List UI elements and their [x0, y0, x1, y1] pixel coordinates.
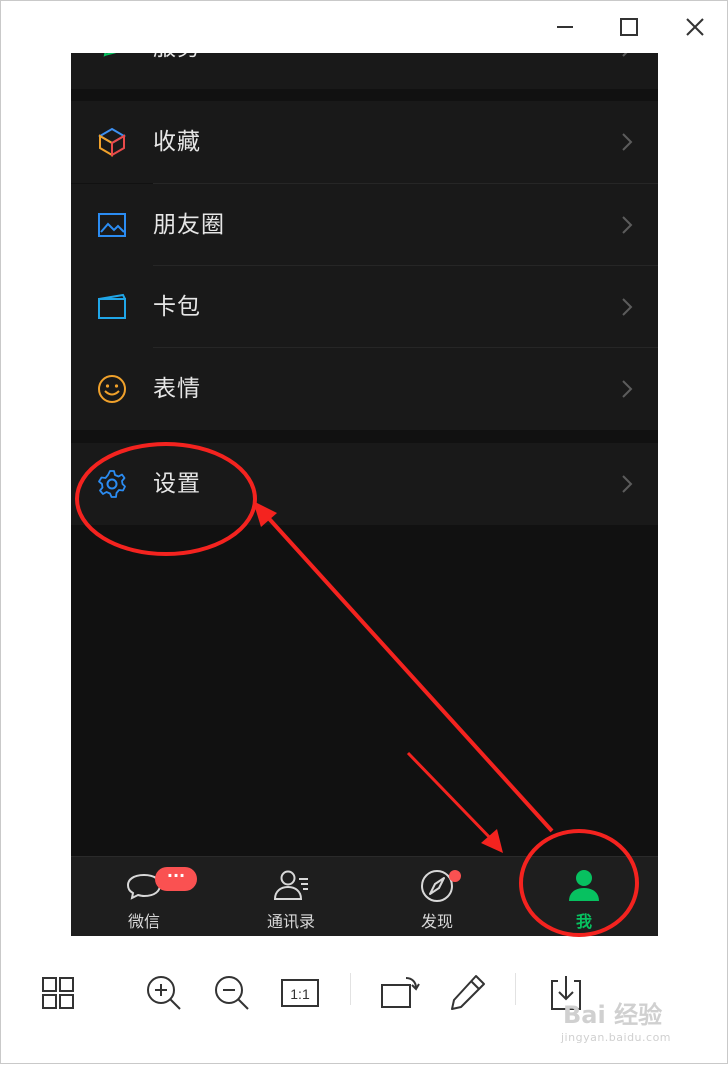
zoom-in-icon — [147, 976, 181, 1010]
menu-item-label: 收藏 — [153, 129, 201, 155]
menu-item-stickers[interactable]: 表情 — [71, 348, 658, 430]
zoom-out-icon — [215, 976, 249, 1010]
edit-button[interactable] — [442, 967, 494, 1019]
watermark-main: Bai 经验 — [563, 1001, 663, 1029]
menu-item-settings[interactable]: 设置 — [71, 443, 658, 525]
actual-size-label: 1:1 — [290, 986, 310, 1002]
zoom-in-button[interactable] — [138, 967, 190, 1019]
image-icon — [97, 210, 127, 240]
toolbar-separator — [515, 973, 516, 1005]
unread-badge: ··· — [155, 867, 197, 891]
watermark-sub: jingyan.baidu.com — [561, 1031, 672, 1044]
actual-size-icon: 1:1 — [281, 979, 319, 1007]
baidu-jingyan-watermark: Bai 经验 jingyan.baidu.com — [557, 989, 717, 1049]
toolbar-separator — [350, 973, 351, 1005]
grid-icon — [42, 977, 74, 1009]
tab-contacts[interactable]: 通讯录 — [231, 857, 351, 936]
chevron-right-icon — [620, 214, 634, 236]
discover-dot-badge — [449, 870, 461, 882]
menu-item-label: 卡包 — [153, 294, 201, 320]
maximize-button[interactable] — [611, 9, 647, 45]
tab-chats[interactable]: 微信 ··· — [84, 857, 204, 936]
rotate-button[interactable] — [373, 967, 425, 1019]
bottom-tab-bar: 微信 ··· 通讯录 发现 我 — [71, 856, 658, 936]
menu-item-moments[interactable]: 朋友圈 — [71, 184, 658, 266]
gear-icon — [97, 469, 127, 499]
chevron-right-icon — [620, 473, 634, 495]
phone-screenshot: 服务 收藏 — [71, 53, 658, 936]
menu-item-card-wallet[interactable]: 卡包 — [71, 266, 658, 348]
minimize-button[interactable] — [547, 9, 583, 45]
tab-label: 发现 — [420, 912, 453, 931]
zoom-out-button[interactable] — [206, 967, 258, 1019]
contacts-icon — [271, 867, 311, 905]
menu-item-label: 设置 — [153, 471, 201, 497]
chevron-right-icon — [620, 378, 634, 400]
menu-item-label: 朋友圈 — [153, 212, 225, 238]
chevron-right-icon — [620, 131, 634, 153]
tab-label: 通讯录 — [266, 912, 315, 931]
grid-view-button[interactable] — [32, 967, 84, 1019]
tab-me[interactable]: 我 — [524, 857, 644, 936]
close-icon — [686, 18, 704, 36]
tab-label: 微信 — [127, 912, 160, 931]
cube-icon — [97, 127, 127, 157]
chevron-right-icon — [620, 296, 634, 318]
tab-discover[interactable]: 发现 — [377, 857, 497, 936]
menu-item-favorites[interactable]: 收藏 — [71, 101, 658, 183]
maximize-icon — [620, 18, 638, 36]
chevron-right-icon — [620, 53, 634, 59]
minimize-icon — [557, 26, 573, 28]
services-icon — [97, 53, 127, 63]
menu-item-services[interactable]: 服务 — [71, 53, 658, 89]
actual-size-button[interactable]: 1:1 — [274, 967, 326, 1019]
tab-label: 我 — [575, 912, 592, 931]
image-viewer-window: 服务 收藏 — [0, 0, 728, 1064]
person-icon — [564, 867, 604, 905]
smiley-icon — [97, 374, 127, 404]
menu-item-label: 服务 — [153, 53, 201, 89]
edit-icon — [451, 975, 485, 1010]
close-button[interactable] — [677, 9, 713, 45]
menu-item-label: 表情 — [153, 376, 201, 402]
card-icon — [97, 292, 127, 322]
rotate-icon — [381, 977, 420, 1008]
